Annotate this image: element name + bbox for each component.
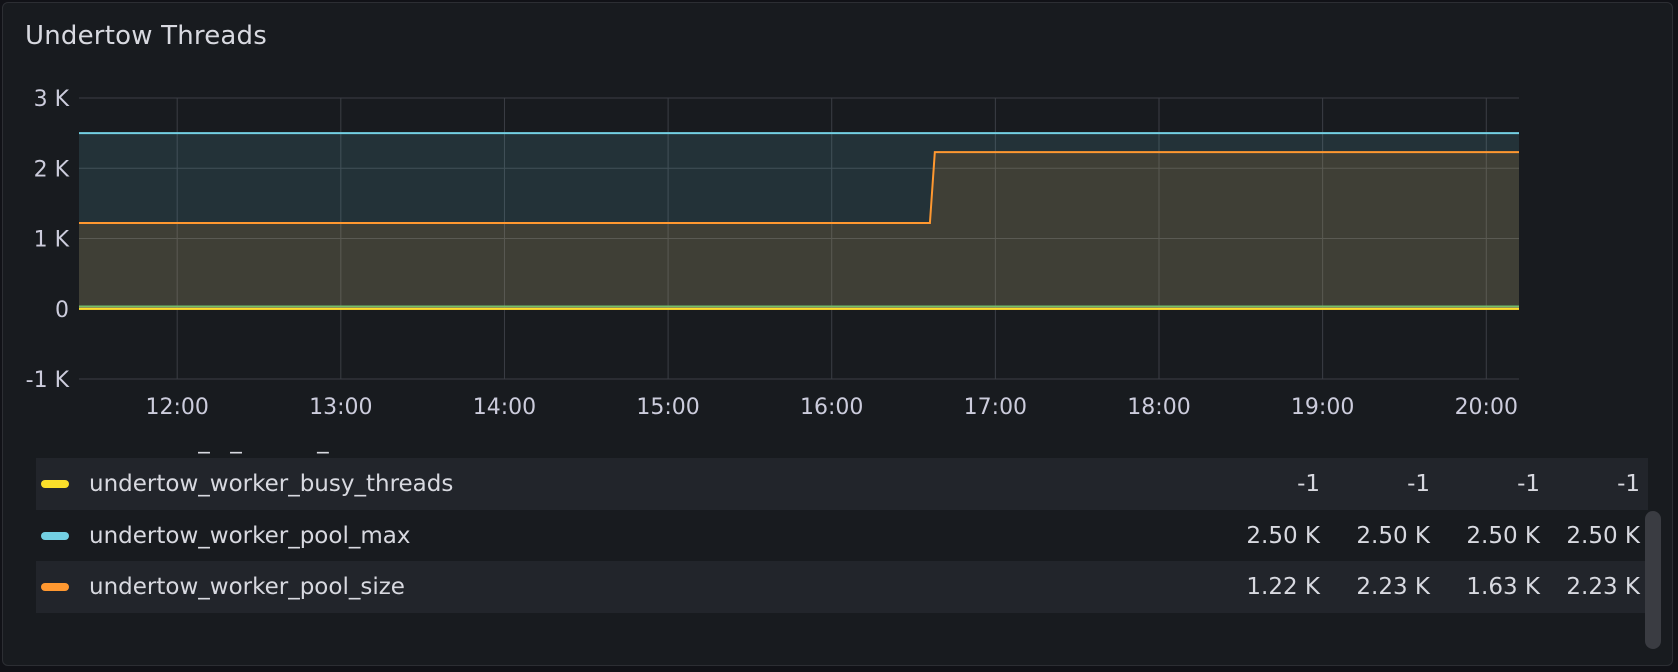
x-tick-label: 14:00 (473, 395, 536, 420)
legend-scrollbar[interactable] (1645, 511, 1661, 649)
x-tick-label: 18:00 (1127, 395, 1190, 420)
series-color-swatch (41, 480, 69, 488)
legend-value: 2.50 K (1356, 523, 1430, 549)
x-tick-label: 13:00 (309, 395, 372, 420)
legend-row-size[interactable]: undertow_worker_pool_size 1.22 K 2.23 K … (36, 561, 1648, 613)
legend-value: 2.50 K (1466, 523, 1540, 549)
x-tick-label: 20:00 (1455, 395, 1518, 420)
series-name: undertow_io_thread_count (89, 450, 1210, 454)
legend-value: 2.50 K (1566, 523, 1640, 549)
x-tick-label: 12:00 (145, 395, 208, 420)
legend-value: -1 (1517, 471, 1540, 497)
panel: Undertow Threads 3 K2 K1 K 0 -1 K 12:00 13:0… (2, 2, 1673, 666)
legend-value: 32 (1210, 450, 1320, 454)
legend-table: undertow_io_thread_count 32 32 32 32 und… (36, 450, 1651, 650)
legend-value: 2.50 K (1246, 523, 1320, 549)
legend-value: -1 (1297, 471, 1320, 497)
series-color-swatch (41, 583, 69, 591)
x-tick-label: 16:00 (800, 395, 863, 420)
series-name: undertow_worker_pool_max (89, 523, 411, 549)
legend-value: -1 (1407, 471, 1430, 497)
series-name: undertow_worker_busy_threads (89, 471, 454, 497)
x-tick-label: 15:00 (636, 395, 699, 420)
legend-row-busy[interactable]: undertow_worker_busy_threads -1 -1 -1 -1 (36, 458, 1648, 510)
legend-value: -1 (1617, 471, 1640, 497)
y-tick-label: 3 K (34, 87, 70, 112)
x-tick-label: 19:00 (1291, 395, 1354, 420)
y-tick-label: 2 K (34, 157, 70, 182)
legend-value: 2.23 K (1566, 574, 1640, 600)
legend-value: 32 (1540, 450, 1640, 454)
legend-value: 2.23 K (1356, 574, 1430, 600)
series-name: undertow_worker_pool_size (89, 574, 405, 600)
legend-value: 32 (1430, 450, 1540, 454)
legend-row-max[interactable]: undertow_worker_pool_max 2.50 K 2.50 K 2… (36, 510, 1648, 562)
series-color-swatch (41, 532, 69, 540)
y-tick-label: 0 (55, 298, 69, 323)
legend-value: 32 (1320, 450, 1430, 454)
x-tick-label: 17:00 (964, 395, 1027, 420)
timeseries-chart[interactable]: 3 K 2 K 1 K 0 -1 K 12:00 13:00 14:00 15:00 16:00 1… (3, 3, 1673, 443)
y-tick-label: 1 K (34, 228, 70, 253)
legend-value: 1.63 K (1466, 574, 1540, 600)
legend-value: 1.22 K (1246, 574, 1320, 600)
y-tick-label: -1 K (26, 368, 70, 393)
